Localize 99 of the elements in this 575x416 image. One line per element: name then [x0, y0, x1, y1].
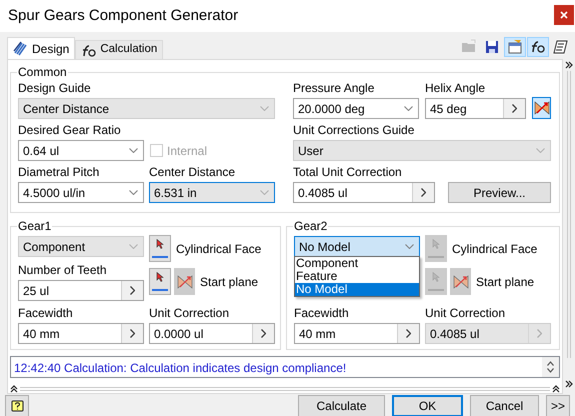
dropdown[interactable]: 0.64 ul	[18, 140, 144, 161]
dropdown[interactable]: 4.5000 ul/in	[18, 182, 144, 203]
dropdown-option[interactable]: No Model	[295, 283, 419, 296]
underline-mark	[428, 256, 444, 258]
group-title: Common	[17, 65, 68, 79]
close-button[interactable]	[554, 5, 574, 25]
underline-mark	[152, 289, 168, 291]
save-icon	[484, 39, 500, 55]
field-label: Number of Teeth	[18, 263, 108, 277]
toolbar-button[interactable]	[504, 37, 526, 57]
function-icon	[530, 39, 546, 55]
underline-mark	[152, 256, 168, 258]
dialog-button[interactable]: Cancel	[470, 395, 539, 416]
message-text: 12:42:40 Calculation: Calculation indicates design compliance!	[14, 360, 348, 377]
chevron-down-icon	[128, 244, 138, 249]
notepad-icon	[553, 39, 569, 55]
field-label: Unit Corrections Guide	[293, 123, 416, 137]
group-title: Gear2	[293, 219, 328, 233]
chevron-down-icon	[128, 148, 138, 153]
cursor-icon	[156, 239, 164, 249]
input-field[interactable]: 25 ul	[18, 280, 144, 301]
spin-button[interactable]	[397, 324, 419, 343]
chevron-right-icon	[130, 286, 135, 295]
cursor-icon	[156, 272, 164, 282]
spin-button[interactable]	[252, 324, 274, 343]
chevron-up-icon	[547, 361, 554, 366]
flip-arrow-icon	[452, 274, 468, 290]
flip-arrow-icon	[534, 100, 550, 116]
flip-arrow-icon	[176, 274, 192, 290]
input-field[interactable]: 40 mm	[18, 323, 144, 344]
field-label: Center Distance	[149, 165, 236, 179]
scrollbar[interactable]	[542, 357, 559, 377]
select-button[interactable]	[149, 235, 171, 262]
help-icon	[10, 400, 24, 412]
input-field[interactable]: 0.4085 ul	[293, 182, 435, 203]
double-chevron-up-icon	[552, 385, 560, 393]
field-label: Unit Correction	[425, 306, 506, 320]
chevron-down-icon	[260, 106, 268, 111]
preview-button[interactable]: Preview...	[448, 182, 551, 203]
toolbar-button[interactable]	[527, 37, 549, 57]
chevron-right-icon	[130, 329, 135, 338]
field-label: Cylindrical Face	[176, 240, 262, 258]
double-chevron-up-icon	[10, 385, 18, 393]
field-label: Start plane	[200, 274, 258, 290]
field-label: Design Guide	[18, 81, 92, 95]
spin-button[interactable]	[503, 99, 525, 118]
field-label: Helix Angle	[425, 81, 486, 95]
window-icon	[507, 39, 523, 55]
field-label: Diametral Pitch	[18, 165, 100, 179]
group-title: Gear1	[17, 219, 52, 233]
tab[interactable]: Calculation	[75, 40, 164, 59]
chevron-down-icon	[536, 148, 544, 153]
help-button[interactable]	[5, 395, 29, 416]
spin-button[interactable]	[121, 281, 143, 300]
field-label: Total Unit Correction	[293, 165, 403, 179]
dropdown-option[interactable]: Component	[295, 257, 419, 270]
input-field[interactable]: 45 deg	[425, 98, 526, 119]
underline-mark	[428, 289, 444, 291]
cursor-icon	[432, 239, 440, 249]
dropdown[interactable]: No Model	[294, 236, 420, 257]
chevron-right-icon	[421, 188, 426, 197]
chevron-down-icon	[547, 368, 554, 373]
field-label: Facewidth	[18, 306, 74, 320]
dropdown-option[interactable]: Feature	[295, 270, 419, 283]
folder-icon	[461, 39, 477, 55]
input-field[interactable]: 0.0000 ul	[149, 323, 275, 344]
field-label: Facewidth	[294, 306, 350, 320]
flip-button[interactable]	[532, 97, 551, 119]
spin-button[interactable]	[412, 183, 434, 202]
spin-button[interactable]	[121, 324, 143, 343]
chevron-right-icon	[537, 329, 542, 338]
field-label: Cylindrical Face	[452, 240, 538, 258]
chevron-down-icon	[260, 190, 268, 195]
chevron-right-icon	[512, 104, 517, 113]
field-label: Unit Correction	[149, 306, 230, 320]
close-icon	[560, 11, 568, 19]
field-label: Start plane	[476, 274, 534, 290]
select-button[interactable]	[149, 268, 171, 295]
field-label: Pressure Angle	[293, 81, 376, 95]
window-title: Spur Gears Component Generator	[8, 6, 238, 26]
chevron-down-icon	[404, 106, 412, 111]
chevron-down-icon	[404, 244, 414, 249]
chevron-right-icon	[406, 329, 411, 338]
cursor-icon	[432, 272, 440, 282]
tab[interactable]: Design	[7, 37, 76, 59]
input-field[interactable]: 40 mm	[294, 323, 420, 344]
flip-button[interactable]	[450, 268, 471, 295]
flip-button[interactable]	[174, 268, 195, 295]
dialog-button[interactable]: >>	[546, 395, 570, 416]
double-chevron-right-icon	[565, 380, 573, 388]
chevron-down-icon	[128, 190, 138, 195]
field-label: Desired Gear Ratio	[18, 123, 122, 137]
dropdown[interactable]: 20.0000 deg	[293, 98, 419, 119]
chevron-right-icon	[261, 329, 266, 338]
function-icon	[81, 42, 96, 58]
dialog-button[interactable]: Calculate	[298, 395, 385, 416]
pencil-stripes-icon	[13, 41, 28, 56]
dialog-button[interactable]: OK	[392, 395, 463, 416]
double-chevron-right-icon	[565, 61, 573, 69]
